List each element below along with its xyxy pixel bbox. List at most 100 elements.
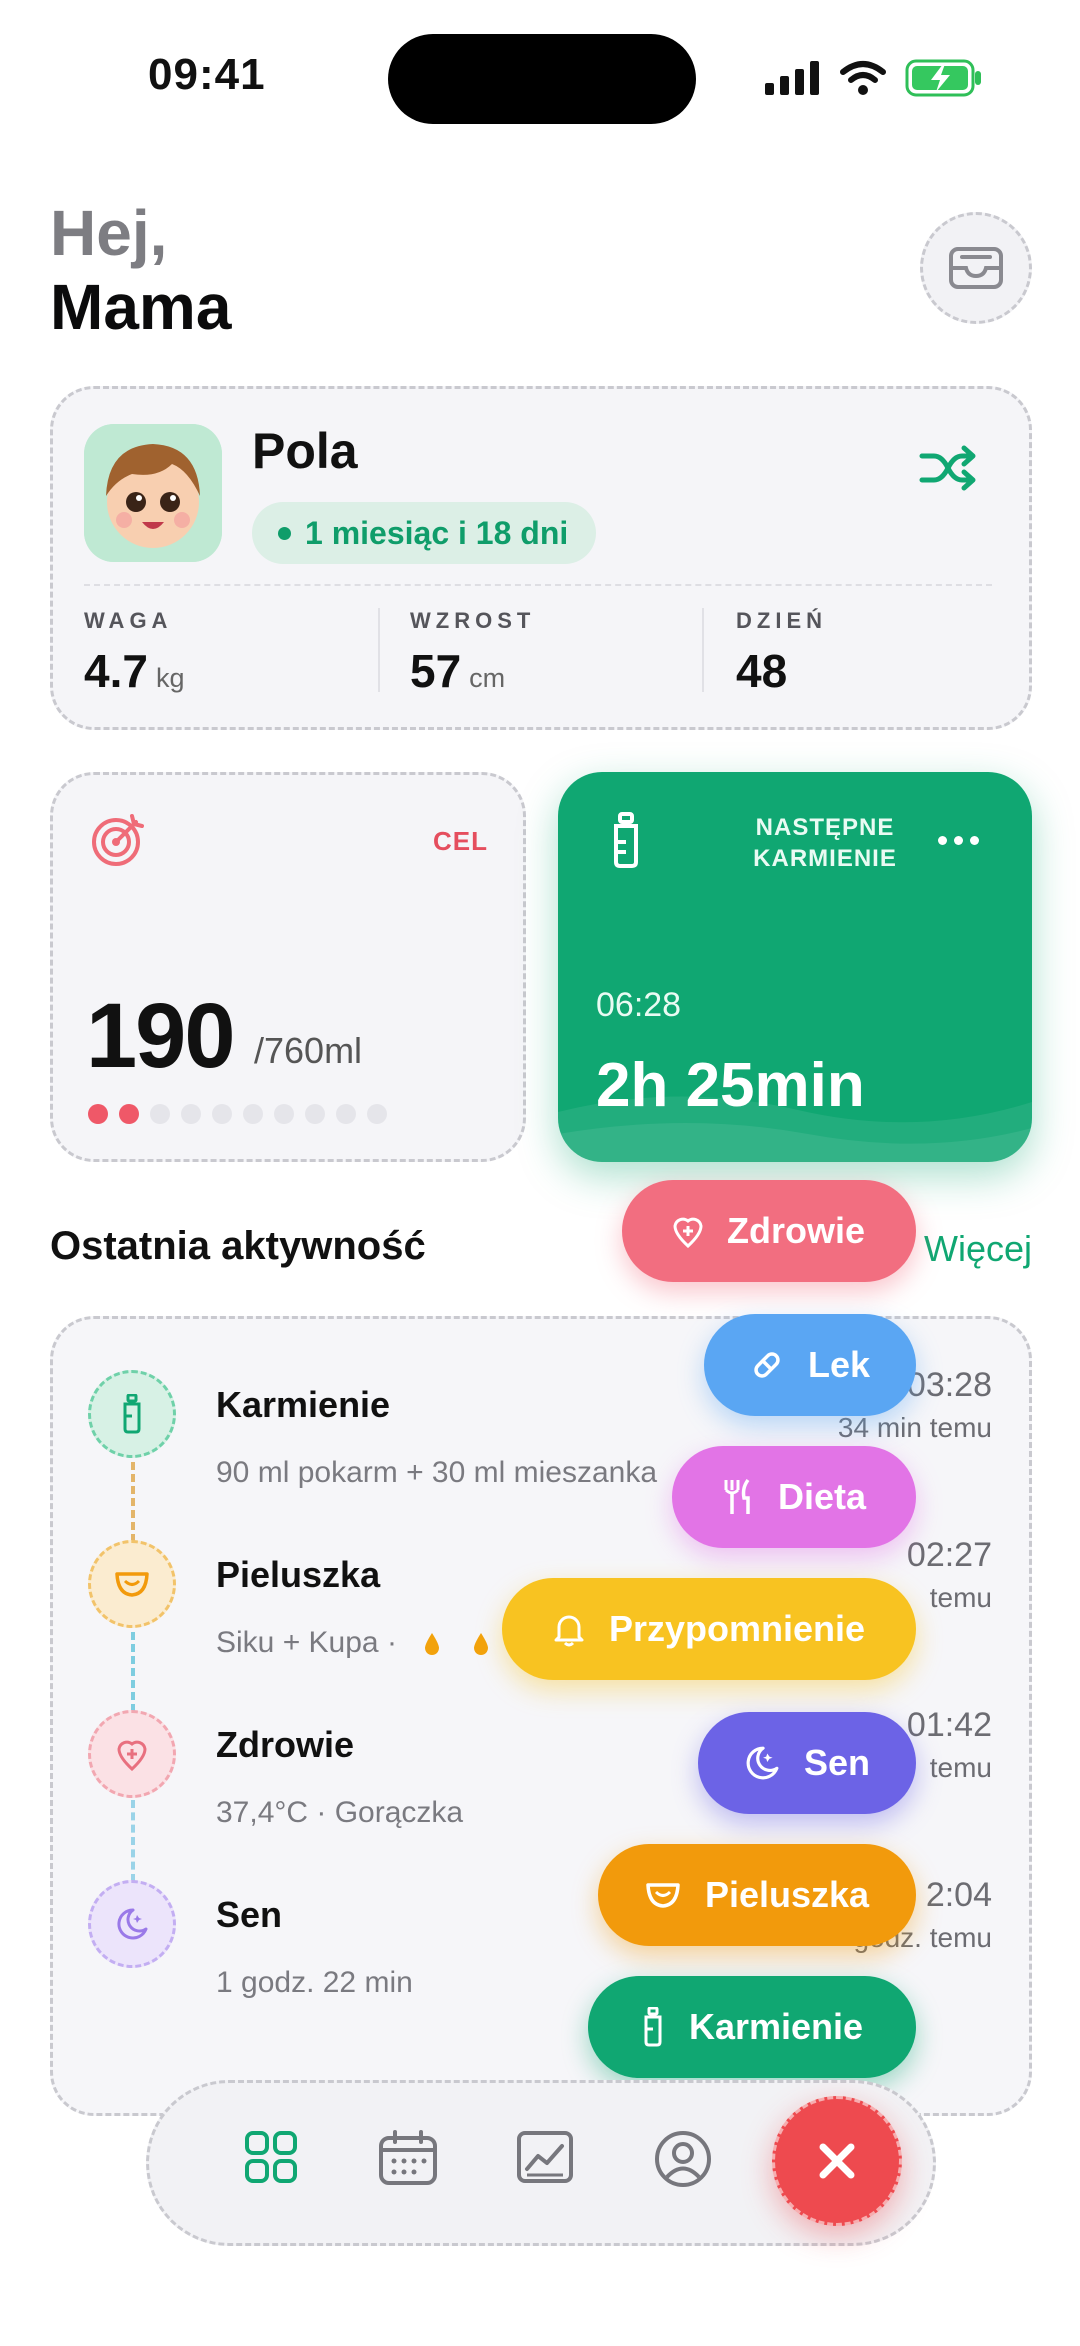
timeline-connector xyxy=(131,1632,135,1712)
fab-label: Zdrowie xyxy=(726,1210,865,1251)
stat-height-value: 57 cm xyxy=(410,645,506,697)
next-feeding-title: NASTĘPNE KARMIENIE xyxy=(753,814,897,872)
fab-label: Przypomnienie xyxy=(608,1608,866,1649)
inbox-button[interactable] xyxy=(920,212,1032,324)
goal-progress-dot xyxy=(336,1104,356,1124)
activity-subtitle: 37,4°C · Gorączka xyxy=(216,1796,464,1829)
profile-icon[interactable] xyxy=(654,2130,712,2188)
diaper-icon xyxy=(115,1572,149,1597)
fab-medicine-button[interactable]: Lek xyxy=(704,1314,916,1416)
fab-label: Karmienie xyxy=(688,2006,864,2047)
fab-label: Lek xyxy=(807,1344,871,1385)
fab-sleep-button[interactable]: Sen xyxy=(698,1712,916,1814)
more-link[interactable]: Więcej xyxy=(924,1228,1032,1270)
close-icon xyxy=(819,2143,855,2179)
activity-subtitle: Siku + Kupa · xyxy=(216,1626,490,1660)
goal-progress-dot xyxy=(150,1104,170,1124)
bottle-icon xyxy=(644,2007,662,2047)
target-icon xyxy=(92,814,144,866)
goal-progress-dot xyxy=(88,1104,108,1124)
fab-label: Pieluszka xyxy=(704,1874,870,1915)
sleep-activity-icon xyxy=(88,1880,176,1968)
goal-target: /760ml xyxy=(254,1030,363,1071)
pill-icon xyxy=(754,1352,780,1378)
card-divider xyxy=(84,584,992,586)
stat-weight-label: WAGA xyxy=(84,608,173,633)
fork-knife-icon xyxy=(724,1478,750,1514)
battery-charging-icon xyxy=(905,59,981,97)
goal-progress-dots xyxy=(88,1104,387,1124)
health-icon xyxy=(673,1217,703,1248)
status-time: 09:41 xyxy=(148,50,266,99)
activity-title: Pieluszka xyxy=(216,1554,381,1595)
activity-title: Zdrowie xyxy=(216,1724,355,1765)
baby-age-badge: 1 miesiąc i 18 dni xyxy=(252,502,597,564)
goal-progress-dot xyxy=(305,1104,325,1124)
goal-progress-dot xyxy=(243,1104,263,1124)
activity-time: 02:27 xyxy=(906,1536,992,1574)
status-icons xyxy=(765,56,983,100)
fab-label: Sen xyxy=(803,1742,871,1783)
fab-feeding-button[interactable]: Karmienie xyxy=(588,1976,916,2078)
goal-progress-dot xyxy=(181,1104,201,1124)
stat-day-label: DZIEŃ xyxy=(736,608,827,633)
stat-divider xyxy=(378,608,380,692)
activity-time: 2:04 xyxy=(925,1876,992,1914)
age-dot xyxy=(278,526,291,540)
goal-value: 190 xyxy=(86,985,235,1087)
fab-diaper-button[interactable]: Pieluszka xyxy=(598,1844,916,1946)
activity-ago: temu xyxy=(929,1752,992,1783)
fab-reminder-button[interactable]: Przypomnienie xyxy=(502,1578,916,1680)
activity-ago: temu xyxy=(929,1582,992,1613)
activity-time: 01:42 xyxy=(906,1706,992,1744)
activity-subtitle: 1 godz. 22 min xyxy=(216,1966,413,1999)
drop-icon xyxy=(425,1633,440,1656)
fab-diet-button[interactable]: Dieta xyxy=(672,1446,916,1548)
activity-title: Karmienie xyxy=(216,1384,391,1425)
close-menu-button[interactable] xyxy=(772,2096,902,2226)
fab-label: Dieta xyxy=(777,1476,867,1517)
stat-height-label: WZROST xyxy=(410,608,536,633)
moon-icon xyxy=(746,1746,779,1780)
goal-progress-dot xyxy=(119,1104,139,1124)
greeting-name: Mama xyxy=(50,271,232,343)
grid-icon[interactable] xyxy=(244,2130,298,2184)
activity-time: 03:28 xyxy=(906,1366,992,1404)
goal-progress-dot xyxy=(274,1104,294,1124)
moon-icon xyxy=(117,1908,148,1940)
baby-avatar xyxy=(84,424,222,562)
baby-name: Pola xyxy=(252,423,358,479)
fab-health-button[interactable]: Zdrowie xyxy=(622,1180,916,1282)
next-feeding-time: 06:28 xyxy=(596,986,682,1024)
signal-icon xyxy=(765,61,819,95)
dynamic-island xyxy=(388,34,696,124)
diaper-icon xyxy=(646,1883,680,1908)
recent-activity-title: Ostatnia aktywność xyxy=(50,1224,426,1268)
wifi-icon xyxy=(840,61,886,95)
activity-ago: 34 min temu xyxy=(837,1412,992,1443)
drop-icon xyxy=(473,1633,488,1656)
bottle-icon xyxy=(614,812,638,868)
next-feeding-remaining: 2h 25min xyxy=(596,1051,865,1120)
stat-day-value: 48 xyxy=(736,645,788,697)
stat-weight-value: 4.7 kg xyxy=(84,645,185,697)
timeline-connector xyxy=(131,1462,135,1542)
activity-subtitle: 90 ml pokarm + 30 ml mieszanka xyxy=(216,1456,658,1489)
more-options-icon[interactable] xyxy=(938,836,979,845)
bottle-icon xyxy=(123,1394,141,1434)
goal-progress-dot xyxy=(212,1104,232,1124)
chart-icon[interactable] xyxy=(516,2130,574,2184)
health-activity-icon xyxy=(88,1710,176,1798)
calendar-icon[interactable] xyxy=(378,2130,438,2186)
timeline-connector xyxy=(131,1800,135,1882)
baby-age: 1 miesiąc i 18 dni xyxy=(305,514,569,551)
feeding-activity-icon xyxy=(88,1370,176,1458)
activity-title: Sen xyxy=(216,1894,283,1935)
health-icon xyxy=(117,1740,147,1771)
greeting-hello: Hej, xyxy=(50,197,168,269)
shuffle-icon[interactable] xyxy=(918,444,978,492)
goal-label: CEL xyxy=(433,826,488,856)
inbox-icon xyxy=(949,247,1003,289)
bell-icon xyxy=(554,1615,584,1647)
diaper-activity-icon xyxy=(88,1540,176,1628)
